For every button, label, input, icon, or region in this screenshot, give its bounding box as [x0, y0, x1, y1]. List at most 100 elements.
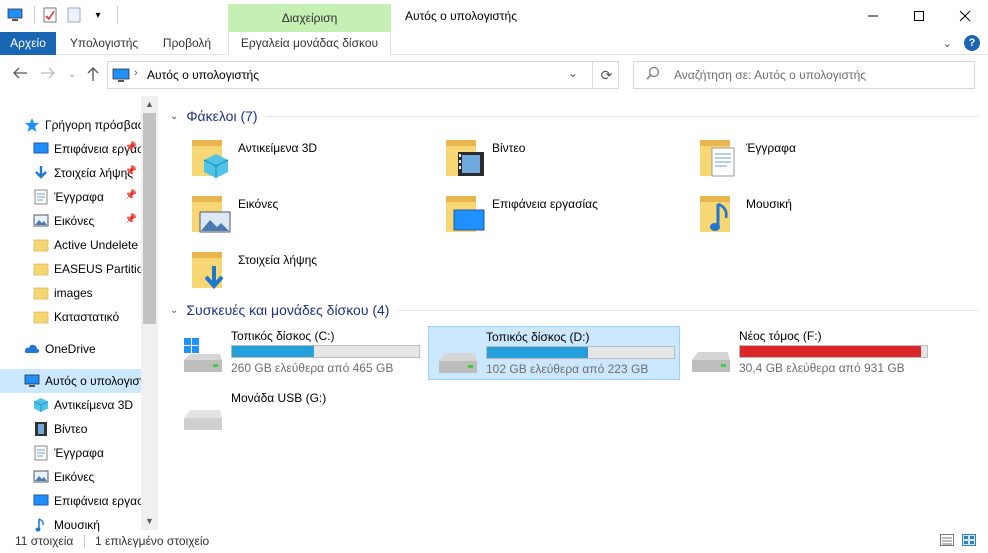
folder-label: Στοιχεία λήψης — [238, 253, 318, 267]
recent-locations-chevron-icon[interactable]: ⌄ — [68, 69, 76, 80]
sidebar-item-this-pc[interactable]: Αυτός ο υπολογιστής — [0, 369, 141, 393]
close-button[interactable] — [942, 0, 988, 32]
tab-file[interactable]: Αρχείο — [0, 32, 56, 55]
folder-icon — [33, 285, 49, 301]
address-history-chevron-icon[interactable]: ⌄ — [568, 66, 578, 80]
collapse-chevron-icon[interactable]: ⌄ — [170, 305, 178, 316]
sidebar-item-folder-easeus[interactable]: EASEUS Partition — [33, 257, 141, 281]
drive-usage-bar — [231, 345, 420, 358]
up-arrow-icon[interactable] — [86, 66, 100, 86]
sidebar-item-desktop-pinned[interactable]: Επιφάνεια εργασίας 📌 — [33, 137, 141, 161]
collapse-chevron-icon[interactable]: ⌄ — [170, 111, 178, 122]
quick-access-toolbar: ▾ — [6, 6, 118, 24]
properties-icon[interactable] — [41, 6, 59, 24]
folder-tile-downloads[interactable]: Στοιχεία λήψης — [180, 244, 430, 296]
folder-tile-documents[interactable]: Έγγραφα — [688, 132, 938, 184]
search-icon — [646, 66, 660, 83]
details-view-icon[interactable] — [940, 534, 954, 549]
refresh-button[interactable]: ⟳ — [592, 62, 620, 88]
breadcrumb-chevron-icon[interactable]: › — [134, 67, 138, 79]
drive-usage-fill — [232, 346, 315, 357]
sidebar-item-pictures-pinned[interactable]: Εικόνες 📌 — [33, 209, 141, 233]
window-controls — [850, 0, 988, 32]
address-bar[interactable]: › Αυτός ο υπολογιστής ⌄ ⟳ — [107, 61, 619, 89]
folder-icon — [33, 309, 49, 325]
desktop-icon — [33, 141, 49, 157]
drive-usage-fill — [487, 347, 588, 358]
folder-label: Επιφάνεια εργασίας — [492, 197, 598, 211]
documents-icon — [33, 189, 49, 205]
sidebar-item-onedrive[interactable]: OneDrive — [24, 337, 141, 361]
view-switcher — [940, 534, 976, 549]
search-box[interactable]: Αναζήτηση σε: Αυτός ο υπολογιστής — [633, 61, 975, 89]
documents-icon — [700, 140, 735, 177]
star-icon — [24, 117, 40, 133]
computer-icon[interactable] — [6, 6, 24, 24]
folder-icon — [33, 237, 49, 253]
drive-tile-f[interactable]: Νέος τόμος (F:) 30,4 GB ελεύθερα από 931… — [682, 326, 934, 380]
pin-icon: 📌 — [124, 190, 137, 201]
sidebar-item-label: Εικόνες — [54, 214, 95, 228]
cube-icon — [192, 140, 229, 178]
sidebar-item-documents[interactable]: Έγγραφα — [33, 441, 141, 465]
folder-tile-3d-objects[interactable]: Αντικείμενα 3D — [180, 132, 430, 184]
sidebar-item-documents-pinned[interactable]: Έγγραφα 📌 — [33, 185, 141, 209]
pin-icon: 📌 — [124, 142, 137, 153]
sidebar-item-folder-images[interactable]: images — [33, 281, 141, 305]
hard-drive-icon — [439, 353, 477, 373]
pin-icon: 📌 — [124, 214, 137, 225]
folder-tile-desktop[interactable]: Επιφάνεια εργασίας — [434, 188, 684, 240]
maximize-button[interactable] — [896, 0, 942, 32]
ribbon-right-controls: ⌄ ? — [943, 35, 980, 51]
cube-icon — [33, 397, 49, 413]
download-icon — [192, 252, 224, 290]
minimize-button[interactable] — [850, 0, 896, 32]
scroll-up-icon[interactable]: ▲ — [141, 96, 158, 113]
drive-tile-c[interactable]: Τοπικός δίσκος (C:) 260 GB ελεύθερα από … — [174, 326, 426, 380]
drives-group-header[interactable]: ⌄ Συσκευές και μονάδες δίσκου (4) — [170, 302, 978, 318]
tab-computer[interactable]: Υπολογιστής — [62, 32, 146, 55]
scrollbar-thumb[interactable] — [143, 113, 156, 324]
new-folder-icon[interactable] — [65, 6, 83, 24]
forward-arrow-icon[interactable] — [40, 66, 56, 84]
desktop-icon — [446, 196, 485, 232]
drive-tile-d[interactable]: Τοπικός δίσκος (D:) 102 GB ελεύθερα από … — [428, 326, 680, 380]
tab-drive-tools[interactable]: Εργαλεία μονάδας δίσκου — [228, 32, 391, 55]
pictures-icon — [33, 213, 49, 229]
sidebar-item-folder-active-undelete[interactable]: Active Undelete — [33, 233, 141, 257]
sidebar-item-label: Επιφάνεια εργασίας — [54, 494, 141, 508]
scroll-down-icon[interactable]: ▼ — [141, 513, 158, 530]
tiles-view-icon[interactable] — [962, 534, 976, 549]
minimize-icon — [868, 15, 878, 17]
title-bar: ▾ Διαχείριση Αυτός ο υπολογιστής — [0, 0, 988, 32]
folder-label: Εικόνες — [238, 197, 279, 211]
sidebar-item-videos[interactable]: Βίντεο — [33, 417, 141, 441]
sidebar-item-3d-objects[interactable]: Αντικείμενα 3D — [33, 393, 141, 417]
sidebar-item-downloads-pinned[interactable]: Στοιχεία λήψης 📌 — [33, 161, 141, 185]
sidebar-item-desktop[interactable]: Επιφάνεια εργασίας — [33, 489, 141, 513]
sidebar-scrollbar[interactable]: ▲ ▼ — [141, 96, 158, 530]
customize-toolbar-icon[interactable]: ▾ — [89, 6, 107, 24]
toolbar-separator — [34, 6, 35, 24]
usb-drive-icon — [184, 410, 222, 430]
drive-usage-fill — [740, 346, 922, 357]
computer-icon — [24, 373, 40, 389]
sidebar-item-pictures[interactable]: Εικόνες — [33, 465, 141, 489]
folder-tile-videos[interactable]: Βίντεο — [434, 132, 684, 184]
folder-tile-music[interactable]: Μουσική — [688, 188, 938, 240]
context-tab-group-label: Διαχείριση — [228, 4, 391, 32]
folder-tile-pictures[interactable]: Εικόνες — [180, 188, 430, 240]
help-icon[interactable]: ? — [964, 35, 980, 51]
back-arrow-icon[interactable] — [12, 66, 28, 84]
folders-group-header[interactable]: ⌄ Φάκελοι (7) — [170, 108, 978, 124]
sidebar-item-folder-katastatiko[interactable]: Καταστατικό — [33, 305, 141, 329]
tab-view[interactable]: Προβολή — [152, 32, 222, 55]
drive-tile-g[interactable]: Μονάδα USB (G:) — [174, 388, 426, 442]
sidebar-item-label: Καταστατικό — [54, 310, 120, 324]
sidebar-item-quick-access[interactable]: Γρήγορη πρόσβαση — [24, 113, 141, 137]
sidebar-item-label: Έγγραφα — [54, 446, 104, 460]
expand-ribbon-icon[interactable]: ⌄ — [943, 37, 952, 50]
maximize-icon — [914, 11, 924, 21]
music-icon — [700, 196, 730, 232]
group-divider — [397, 309, 978, 311]
